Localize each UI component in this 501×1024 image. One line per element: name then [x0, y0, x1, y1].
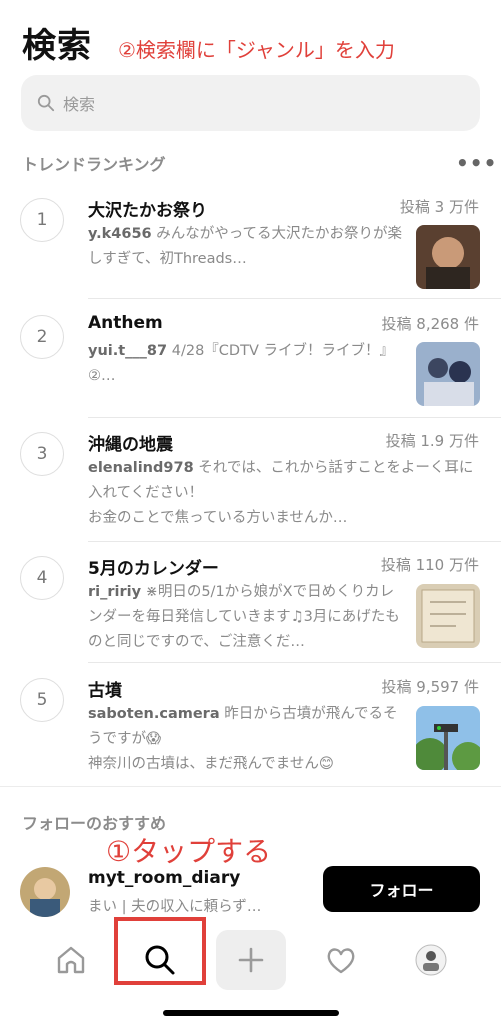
trend-thumbnail[interactable]	[416, 584, 480, 648]
trend-thumbnail[interactable]	[416, 706, 480, 770]
post-count: 投稿 3 万件	[399, 198, 479, 216]
follow-button[interactable]: フォロー	[323, 866, 480, 912]
trend-snippet: ri_ririy ⋇明日の5/1から娘がXで日めくりカレンダーを毎日発信していき…	[88, 580, 403, 655]
annotation-tap: ①タップする	[106, 835, 272, 868]
trend-ranking-title: トレンドランキング	[22, 155, 166, 174]
annotation-input-genre: ②検索欄に「ジャンル」を入力	[118, 38, 395, 62]
trend-thumbnail[interactable]	[416, 342, 480, 406]
rank-badge: 3	[20, 432, 64, 476]
profile-avatar[interactable]	[396, 930, 466, 990]
rank-badge: 2	[20, 315, 64, 359]
trend-name: 古墳	[88, 681, 122, 701]
trend-name: 大沢たかお祭り	[88, 201, 207, 221]
bottom-nav	[0, 920, 501, 1024]
avatar[interactable]	[20, 867, 70, 917]
trend-snippet: y.k4656 みんながやってる大沢たかお祭りが楽しすぎて、初Threads…	[88, 222, 403, 272]
trend-snippet: elenalind978 それでは、これから話すことをよーく耳に入れてください！…	[88, 456, 480, 531]
snippet-extra: お金のことで焦っている方いませんか…	[88, 510, 348, 526]
post-count: 投稿 1.9 万件	[385, 432, 479, 450]
home-icon[interactable]	[36, 930, 106, 990]
plus-icon[interactable]	[216, 930, 286, 990]
search-tab-highlight	[114, 917, 206, 985]
search-placeholder: 検索	[63, 95, 96, 114]
snippet-user: elenalind978	[88, 460, 194, 476]
post-count: 投稿 8,268 件	[381, 315, 479, 333]
heart-icon[interactable]	[306, 930, 376, 990]
trend-snippet: saboten.camera 昨日から古墳が飛んでるそうですが😱 神奈川の古墳は…	[88, 702, 403, 777]
more-options-icon[interactable]: •••	[456, 151, 497, 175]
snippet-user: yui.t___87	[88, 343, 168, 359]
snippet-user: saboten.camera	[88, 706, 220, 722]
post-count: 投稿 9,597 件	[381, 678, 479, 696]
snippet-extra: 神奈川の古墳は、まだ飛んでません😊	[88, 756, 334, 772]
search-icon	[37, 94, 55, 112]
snippet-user: y.k4656	[88, 226, 152, 242]
rank-badge: 5	[20, 678, 64, 722]
suggested-bio: まい | 夫の収入に頼らず…	[88, 899, 262, 915]
search-input[interactable]: 検索	[21, 75, 480, 131]
post-count: 投稿 110 万件	[380, 556, 479, 574]
trend-snippet: yui.t___87 4/28『CDTV ライブ！ライブ！』 ②…	[88, 339, 403, 389]
trend-name: 沖縄の地震	[88, 435, 173, 455]
trend-thumbnail[interactable]	[416, 225, 480, 289]
rank-badge: 4	[20, 556, 64, 600]
trend-name: 5月のカレンダー	[88, 559, 219, 579]
page-title: 検索	[22, 26, 92, 66]
rank-badge: 1	[20, 198, 64, 242]
trend-name: Anthem	[88, 313, 163, 333]
home-indicator[interactable]	[163, 1010, 339, 1016]
suggested-username[interactable]: myt_room_diary	[88, 868, 240, 888]
snippet-user: ri_ririy	[88, 584, 142, 600]
